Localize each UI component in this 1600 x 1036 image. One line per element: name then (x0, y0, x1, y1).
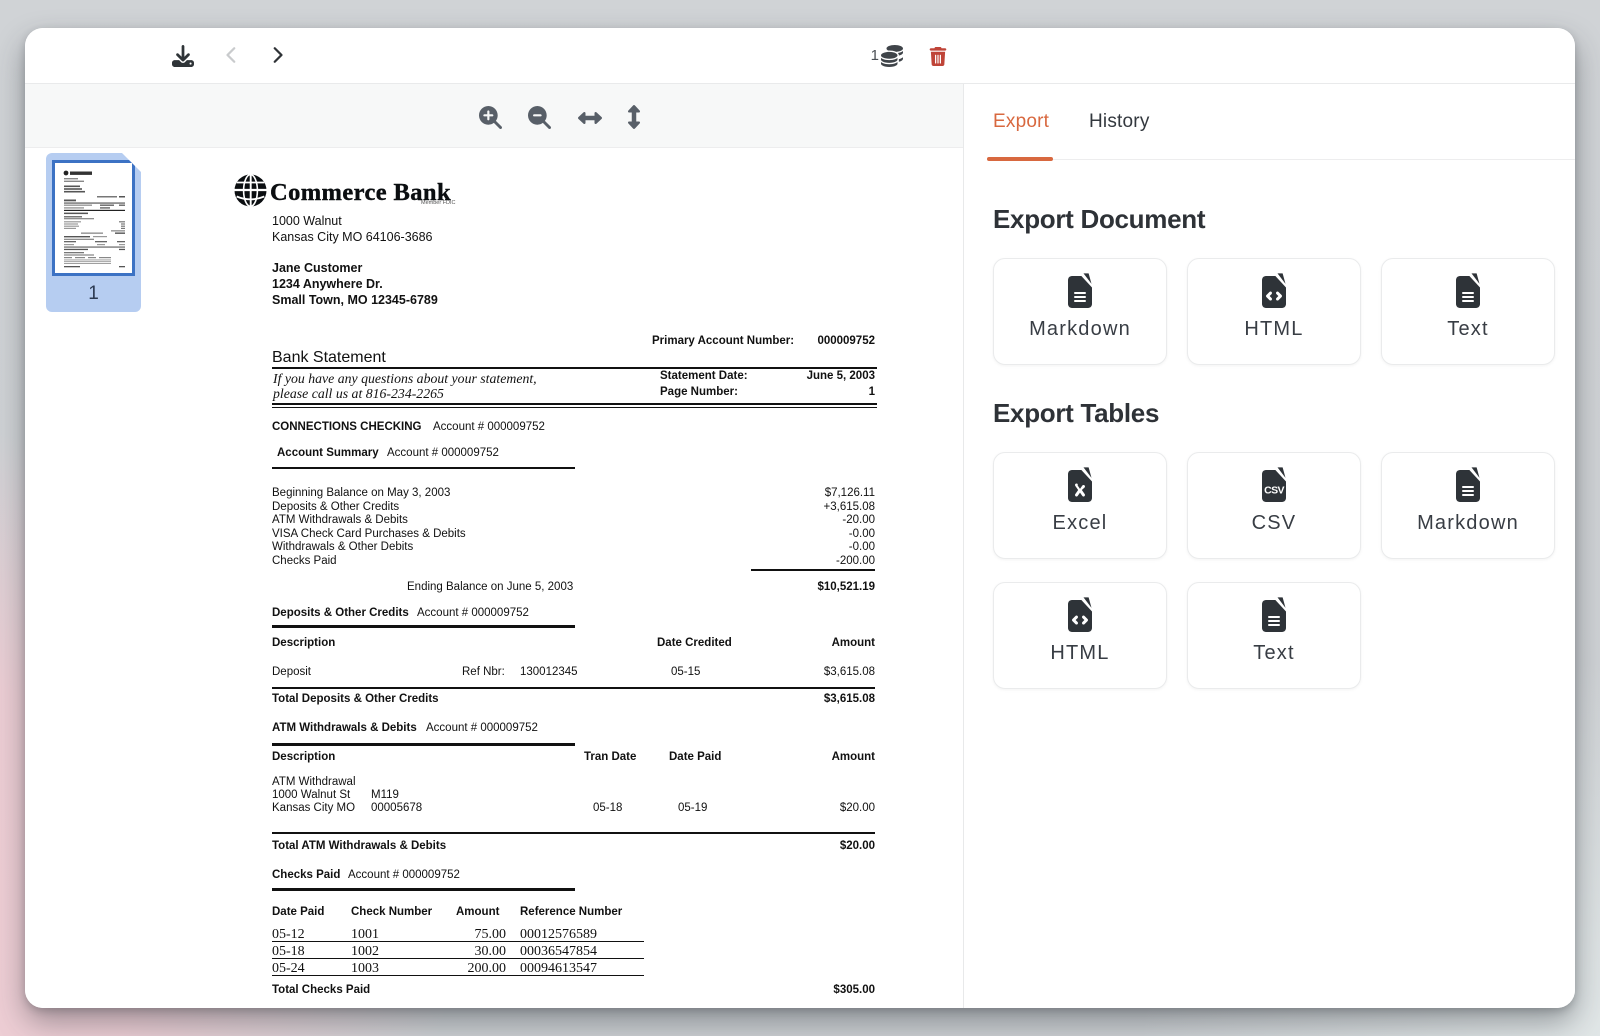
svg-text:CSV: CSV (1264, 484, 1284, 496)
